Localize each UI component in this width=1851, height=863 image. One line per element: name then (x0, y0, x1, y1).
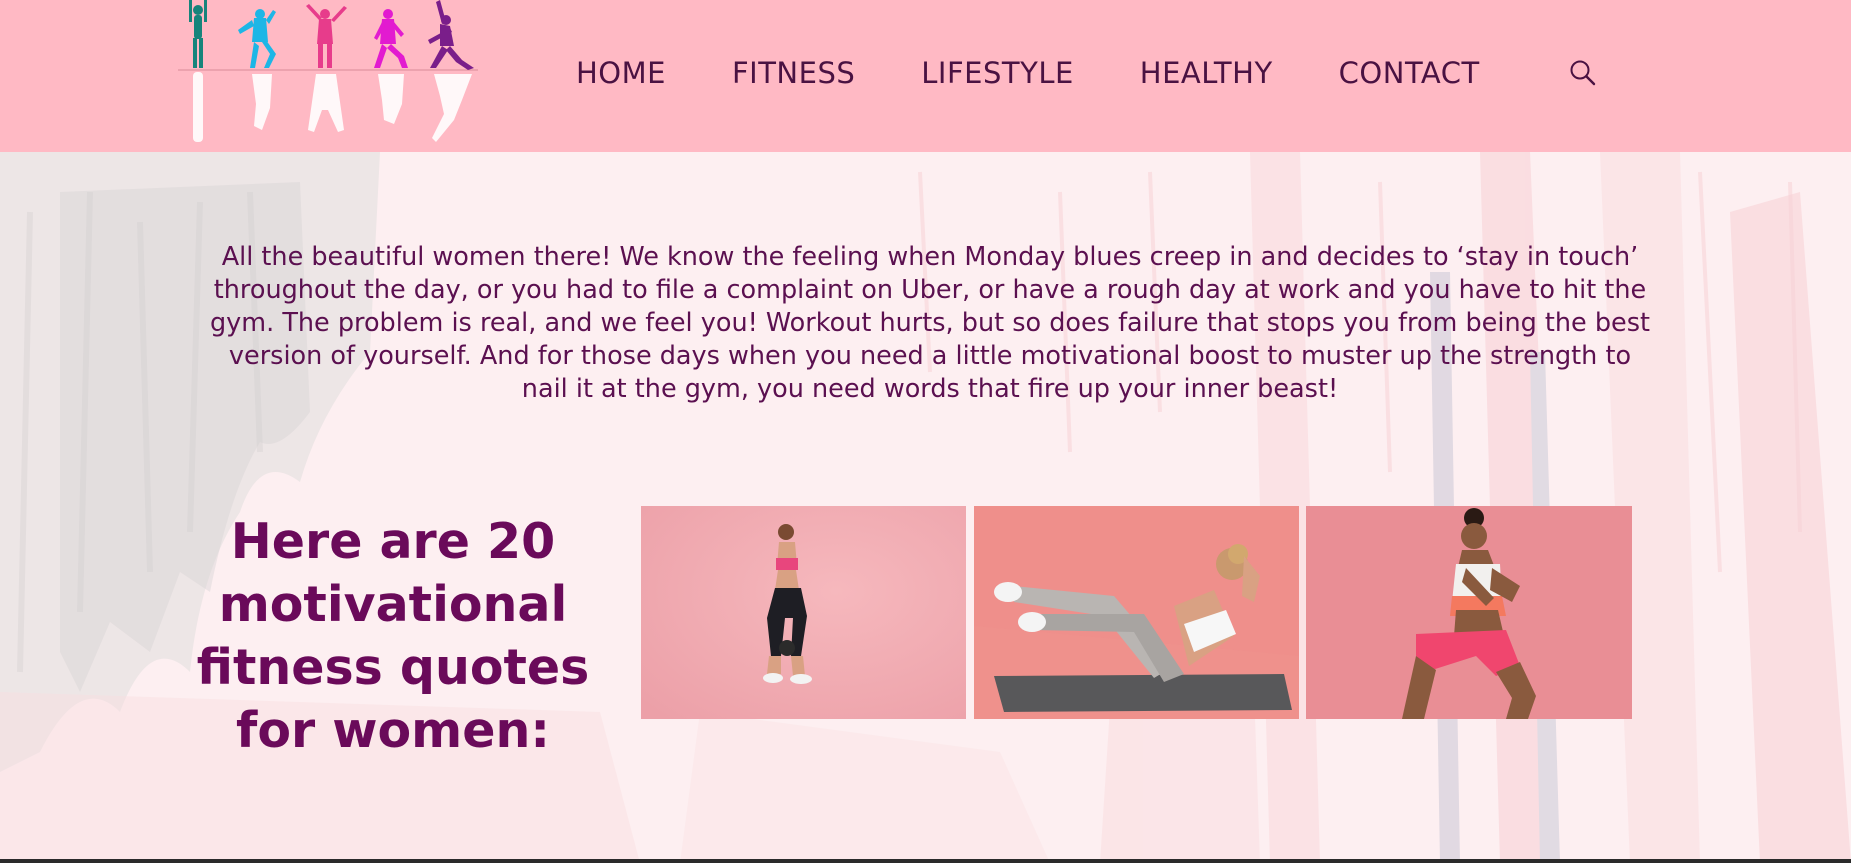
photo-squat[interactable] (1306, 506, 1632, 719)
bottom-edge-bar (0, 859, 1851, 863)
photo-ab-crunch[interactable] (974, 506, 1299, 719)
section-heading: Here are 20 motivational fitness quotes … (196, 513, 590, 759)
nav-lifestyle[interactable]: LIFESTYLE (921, 56, 1074, 90)
nav-healthy[interactable]: HEALTHY (1140, 56, 1273, 90)
search-icon[interactable] (1568, 58, 1598, 88)
nav-contact[interactable]: CONTACT (1339, 56, 1480, 90)
main-nav: HOME FITNESS LIFESTYLE HEALTHY CONTACT (576, 56, 1546, 90)
fitness-silhouettes-logo[interactable] (178, 0, 478, 148)
site-header: HOME FITNESS LIFESTYLE HEALTHY CONTACT (0, 0, 1851, 152)
photo-kettlebell-squat[interactable] (641, 506, 966, 719)
nav-home[interactable]: HOME (576, 56, 666, 90)
intro-paragraph: All the beautiful women there! We know t… (209, 242, 1651, 404)
nav-fitness[interactable]: FITNESS (732, 56, 855, 90)
